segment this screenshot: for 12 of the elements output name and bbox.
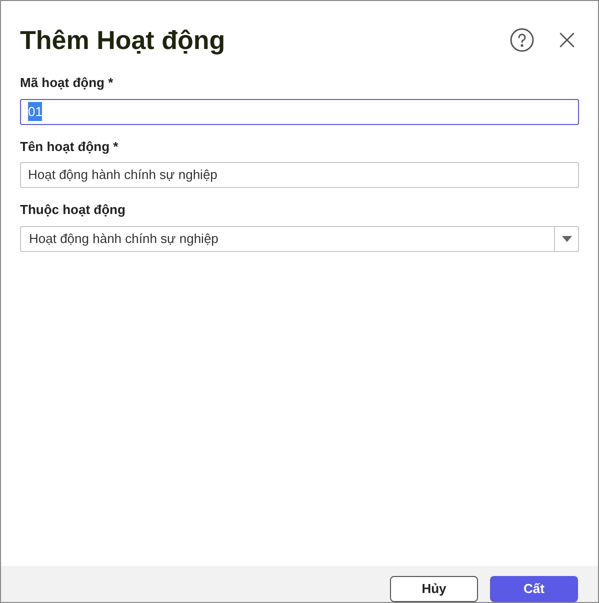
dialog-title: Thêm Hoạt động (20, 24, 226, 56)
help-icon[interactable] (510, 28, 534, 52)
field-label: Mã hoạt động * (20, 74, 114, 92)
cancel-button[interactable]: Hủy (390, 576, 478, 602)
caret-icon (562, 236, 572, 242)
input-field[interactable]: Hoạt động hành chính sự nghiệp (20, 162, 579, 188)
save-button[interactable]: Cất (490, 576, 578, 602)
select-value: Hoạt động hành chính sự nghiệp (28, 230, 220, 248)
input-field[interactable]: 01 (20, 98, 579, 124)
field-label: Tên hoạt động * (20, 138, 120, 156)
field-label: Thuộc hoạt động (20, 201, 126, 219)
select-field[interactable]: Hoạt động hành chính sự nghiệp (20, 226, 579, 252)
